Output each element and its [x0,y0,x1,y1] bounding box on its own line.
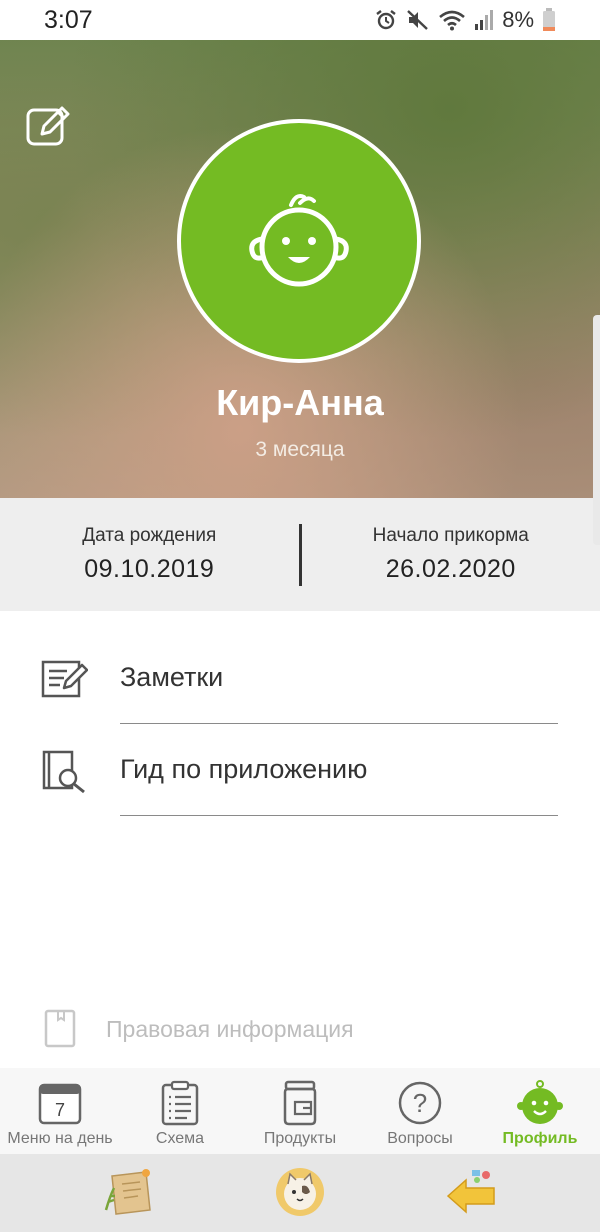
baby-face-icon [249,194,349,287]
nav-label: Профиль [502,1130,578,1147]
clipboard-icon [157,1080,203,1126]
feeding-start-label: Начало прикорма [372,525,529,546]
legal-info-link[interactable]: Правовая информация [0,1006,600,1056]
profile-header: Кир-Анна 3 месяца [0,40,600,498]
notes-label: Заметки [120,662,224,692]
nav-label: Меню на день [7,1130,113,1147]
nav-label: Схема [155,1130,205,1147]
birth-date-value: 09.10.2019 [84,555,215,583]
child-age: 3 месяца [255,438,345,461]
calendar-icon: 7 [37,1080,83,1126]
back-arrow-icon[interactable] [444,1166,500,1218]
legal-info-label: Правовая информация [106,1016,354,1042]
birth-date-block: Дата рождения 09.10.2019 [0,525,299,584]
question-icon: ? [397,1080,443,1126]
battery-level: 8% [502,7,534,32]
nav-item-daily-menu[interactable]: 7 Меню на день [0,1068,120,1154]
mute-icon [406,8,430,32]
status-icons: 8% [374,7,556,33]
menu-item-notes[interactable]: Заметки [0,632,600,724]
alarm-icon [374,8,398,32]
bottom-promo-bar [0,1154,600,1232]
notes-icon [40,656,89,704]
document-icon [44,1008,78,1048]
svg-text:?: ? [413,1088,427,1118]
nav-label: Продукты [263,1130,337,1147]
scroll-handle[interactable] [593,315,600,545]
nav-item-products[interactable]: Продукты [240,1068,360,1154]
child-name: Кир-Анна [216,382,384,423]
status-bar: 3:07 8% [0,0,600,40]
guide-label: Гид по приложению [120,754,368,784]
feeding-start-block: Начало прикорма 26.02.2020 [302,525,600,584]
menu-divider [120,815,558,816]
status-time: 3:07 [44,5,93,34]
guide-icon [40,748,88,796]
nav-item-questions[interactable]: ? Вопросы [360,1068,480,1154]
menu-item-guide[interactable]: Гид по приложению [0,724,600,816]
calendar-day: 7 [55,1100,65,1120]
nav-item-scheme[interactable]: Схема [120,1068,240,1154]
signal-icon [474,9,494,31]
app-screen: 3:07 8% Кир-Анна 3 месяца Дата рождения … [0,0,600,1232]
info-strip: Дата рождения 09.10.2019 Начало прикорма… [0,498,600,611]
avatar[interactable] [177,119,421,363]
birth-date-label: Дата рождения [82,525,217,546]
jar-icon [277,1080,323,1126]
wifi-icon [438,8,466,32]
battery-icon [542,8,556,32]
baby-icon [517,1080,563,1126]
edit-icon[interactable] [24,102,72,150]
recipe-note-icon[interactable] [102,1166,158,1218]
nav-label: Вопросы [387,1130,453,1147]
bottom-nav: 7 Меню на день Схема Продукты ? Вопросы … [0,1068,600,1154]
cat-plate-icon[interactable] [272,1166,328,1218]
nav-item-profile[interactable]: Профиль [480,1068,600,1154]
feeding-start-value: 26.02.2020 [385,555,516,583]
